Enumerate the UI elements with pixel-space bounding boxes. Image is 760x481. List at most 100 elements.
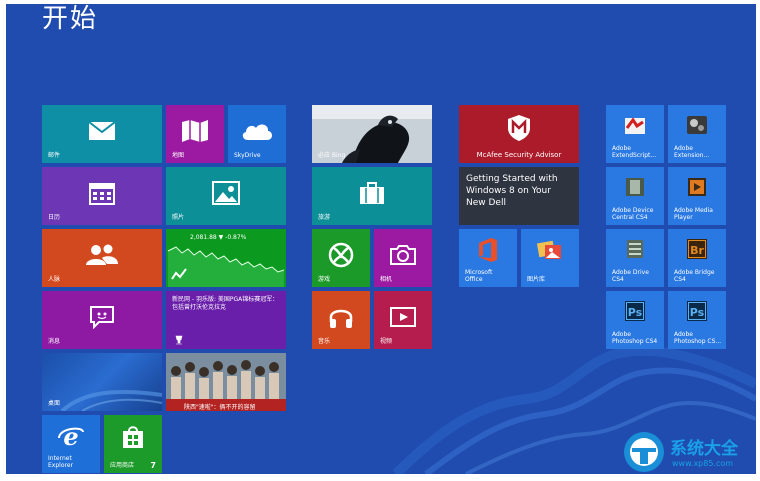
message-icon <box>90 305 114 329</box>
tile-video[interactable]: 视频 <box>374 291 432 349</box>
tile-label: 必应 Bing <box>318 152 346 159</box>
tile-label: Adobe Media Player <box>674 207 713 221</box>
tile-label: 人脉 <box>48 276 61 283</box>
photoshop-icon: Ps <box>625 300 645 321</box>
news-caption-bar: 陕西"速啦"：俩不开的容留 <box>166 399 286 411</box>
tile-label: Adobe Extension... <box>674 145 710 159</box>
tile-label: 图片库 <box>527 276 546 283</box>
tile-messaging[interactable]: 消息 <box>42 291 162 349</box>
photo-icon <box>212 180 240 205</box>
photoshop-icon: Ps <box>687 300 707 321</box>
tile-people[interactable]: 人脉 <box>42 229 162 287</box>
watermark-logo-icon <box>624 432 664 472</box>
tile-label: 视频 <box>380 338 393 345</box>
site-watermark: 系统大全 www.xp85.com <box>622 428 756 476</box>
tile-camera[interactable]: 相机 <box>374 229 432 287</box>
device-central-icon <box>626 177 644 196</box>
tile-adobe-extendscript[interactable]: Adobe ExtendScript... <box>606 105 664 163</box>
tile-label: 消息 <box>48 338 61 345</box>
extension-manager-icon <box>687 115 707 134</box>
tile-dell-getting-started[interactable]: Getting Started with Windows 8 on Your N… <box>459 167 579 225</box>
tile-label: 地图 <box>172 152 185 159</box>
cloud-icon <box>242 123 272 140</box>
tile-calendar[interactable]: 日历 <box>42 167 162 225</box>
tile-adobe-photoshop-2[interactable]: Ps Adobe Photoshop CS... <box>668 291 726 349</box>
tile-label: Adobe Device Central CS4 <box>612 207 654 221</box>
xbox-icon <box>328 242 354 267</box>
tile-news[interactable]: 陕西"速啦"：俩不开的容留 <box>166 353 286 411</box>
store-update-badge: 7 <box>150 461 156 470</box>
mail-icon <box>88 120 116 140</box>
video-icon <box>390 306 416 327</box>
start-title: 开始 <box>42 4 99 34</box>
office-icon <box>479 237 497 262</box>
tile-label: 应用商店 <box>110 462 135 469</box>
store-bag-icon <box>123 426 143 449</box>
internet-explorer-icon: e <box>58 424 84 450</box>
dell-tile-text: Getting Started with Windows 8 on Your N… <box>466 174 558 208</box>
tile-adobe-device-central[interactable]: Adobe Device Central CS4 <box>606 167 664 225</box>
svg-text:Br: Br <box>690 244 704 257</box>
svg-text:Ps: Ps <box>690 306 705 319</box>
start-screen: 开始 邮件 地图 SkyDrive 日历 照片 人脉 2,081.88 ▼ -0… <box>6 4 756 474</box>
map-icon <box>182 119 208 142</box>
media-player-icon <box>688 177 706 196</box>
tile-label: Adobe Photoshop CS... <box>674 331 722 345</box>
tile-label: 照片 <box>172 214 185 221</box>
bridge-icon: Br <box>687 238 707 259</box>
trophy-icon <box>175 335 183 345</box>
tile-internet-explorer[interactable]: e Internet Explorer <box>42 415 100 473</box>
tile-mail[interactable]: 邮件 <box>42 105 162 163</box>
tile-sports[interactable]: 新民网 - 羽乐版: 美国PGA锦标赛冠军：包括曾打沃伦克拉克 <box>166 291 286 349</box>
tile-label: Adobe Drive CS4 <box>612 269 649 283</box>
sports-headline: 新民网 - 羽乐版: 美国PGA锦标赛冠军：包括曾打沃伦克拉克 <box>172 296 279 311</box>
tile-store[interactable]: 应用商店 7 <box>104 415 162 473</box>
watermark-url: www.xp85.com <box>672 459 734 468</box>
tile-label: Microsoft Office <box>465 269 493 283</box>
adobe-drive-icon <box>627 239 643 258</box>
tile-label: 相机 <box>380 276 393 283</box>
tile-label: SkyDrive <box>234 152 261 159</box>
tile-label: 音乐 <box>318 338 331 345</box>
calendar-icon <box>89 182 115 205</box>
tile-mcafee[interactable]: McAfee Security Advisor <box>459 105 579 163</box>
tile-adobe-drive[interactable]: Adobe Drive CS4 <box>606 229 664 287</box>
svg-text:Ps: Ps <box>628 306 643 319</box>
tile-finance[interactable]: 2,081.88 ▼ -0.87% <box>166 229 286 287</box>
tile-gallery[interactable]: 图片库 <box>521 229 579 287</box>
tile-label: McAfee Security Advisor <box>476 151 562 159</box>
tile-maps[interactable]: 地图 <box>166 105 224 163</box>
tile-games[interactable]: 游戏 <box>312 229 370 287</box>
tile-adobe-media-player[interactable]: Adobe Media Player <box>668 167 726 225</box>
extendscript-icon <box>625 117 645 134</box>
tile-adobe-extension[interactable]: Adobe Extension... <box>668 105 726 163</box>
tile-label: Adobe ExtendScript... <box>612 145 657 159</box>
tile-photos[interactable]: 照片 <box>166 167 286 225</box>
tile-label: 旅游 <box>318 214 331 221</box>
news-photo <box>166 353 286 399</box>
suitcase-icon <box>360 181 384 204</box>
mcafee-shield-icon <box>508 115 530 142</box>
tile-music[interactable]: 音乐 <box>312 291 370 349</box>
tile-adobe-bridge[interactable]: Br Adobe Bridge CS4 <box>668 229 726 287</box>
tile-label: 日历 <box>48 214 61 221</box>
tile-desktop[interactable]: 桌面 <box>42 353 162 411</box>
tile-label: Adobe Bridge CS4 <box>674 269 715 283</box>
headphones-icon <box>329 309 353 328</box>
tile-label: Internet Explorer <box>48 455 73 469</box>
tile-label: Adobe Photoshop CS4 <box>612 331 658 345</box>
tile-bing[interactable]: 必应 Bing <box>312 105 432 163</box>
tile-label: 邮件 <box>48 152 61 159</box>
tile-adobe-photoshop-1[interactable]: Ps Adobe Photoshop CS4 <box>606 291 664 349</box>
tile-office[interactable]: Microsoft Office <box>459 229 517 287</box>
people-icon <box>86 244 118 265</box>
news-caption: 陕西"速啦"：俩不开的容留 <box>184 404 256 411</box>
stock-chart <box>167 246 285 287</box>
tile-label: 游戏 <box>318 276 331 283</box>
picture-gallery-icon <box>536 240 561 259</box>
watermark-title: 系统大全 <box>670 439 738 459</box>
tile-travel[interactable]: 旅游 <box>312 167 432 225</box>
tile-label: 桌面 <box>48 400 61 407</box>
tile-skydrive[interactable]: SkyDrive <box>228 105 286 163</box>
camera-icon <box>390 244 416 265</box>
